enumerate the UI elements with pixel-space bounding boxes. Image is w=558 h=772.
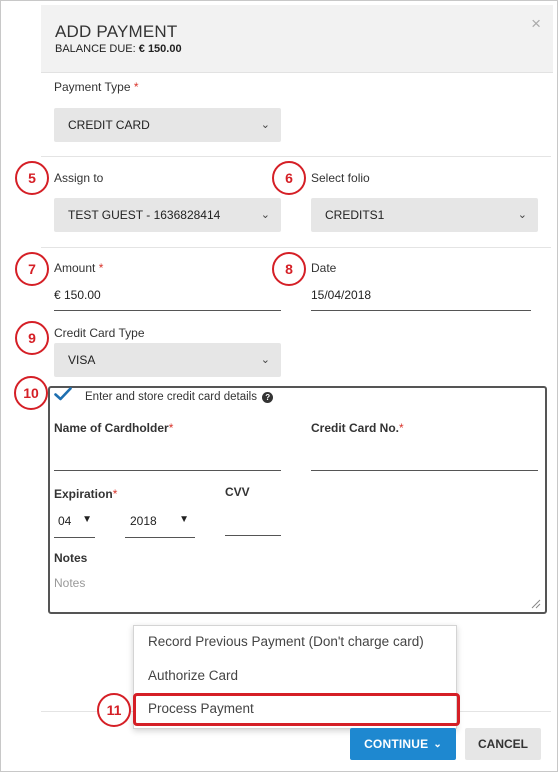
folio-value: CREDITS1 bbox=[325, 208, 385, 222]
cvv-label: CVV bbox=[225, 485, 250, 499]
payment-type-value: CREDIT CARD bbox=[68, 118, 150, 132]
expiration-month-value: 04 bbox=[58, 514, 72, 528]
callout-6: 6 bbox=[272, 161, 306, 195]
exp-month-underline bbox=[54, 537, 95, 538]
card-number-label-text: Credit Card No. bbox=[311, 421, 400, 435]
select-folio-label: Select folio bbox=[311, 171, 370, 185]
expiration-month-select[interactable]: 04 ▼ bbox=[58, 514, 94, 530]
notes-textarea[interactable]: Notes bbox=[54, 576, 85, 590]
amount-label: Amount * bbox=[54, 261, 103, 275]
payment-type-label: Payment Type * bbox=[54, 80, 139, 94]
amount-label-text: Amount bbox=[54, 261, 96, 275]
store-card-label-text: Enter and store credit card details bbox=[85, 391, 257, 403]
required-marker: * bbox=[98, 261, 104, 275]
chevron-down-icon: ⌄ bbox=[517, 209, 527, 221]
required-marker: * bbox=[112, 487, 118, 501]
card-type-value: VISA bbox=[68, 353, 96, 367]
chevron-down-icon: ⌄ bbox=[260, 119, 270, 131]
required-marker: * bbox=[133, 80, 139, 94]
store-card-label: Enter and store credit card details ? bbox=[85, 391, 274, 403]
check-icon[interactable] bbox=[54, 387, 72, 401]
resize-grip-icon[interactable] bbox=[529, 597, 541, 609]
callout-10: 10 bbox=[14, 376, 48, 410]
required-marker: * bbox=[168, 421, 174, 435]
amount-underline bbox=[54, 310, 281, 311]
continue-label: CONTINUE bbox=[364, 737, 429, 751]
menu-item-authorize-card[interactable]: Authorize Card bbox=[148, 668, 238, 683]
expiration-label-text: Expiration bbox=[54, 487, 113, 501]
required-marker: * bbox=[399, 421, 404, 435]
divider bbox=[41, 247, 551, 248]
continue-button[interactable]: CONTINUE ⌄ bbox=[350, 728, 456, 760]
chevron-down-icon: ⌄ bbox=[260, 354, 270, 366]
add-payment-modal: ADD PAYMENT BALANCE DUE: € 150.00 × Paym… bbox=[0, 0, 558, 772]
amount-input[interactable]: € 150.00 bbox=[54, 288, 101, 302]
callout-5: 5 bbox=[15, 161, 49, 195]
expiration-label: Expiration* bbox=[54, 487, 117, 501]
highlight-process-payment bbox=[133, 693, 460, 726]
close-icon[interactable]: × bbox=[531, 15, 541, 32]
date-input[interactable]: 15/04/2018 bbox=[311, 288, 371, 302]
expiration-year-select[interactable]: 2018 ▼ bbox=[130, 514, 191, 530]
assign-to-value: TEST GUEST - 1636828414 bbox=[68, 208, 221, 222]
chevron-down-icon: ⌄ bbox=[260, 209, 270, 221]
folio-select[interactable]: CREDITS1 ⌄ bbox=[311, 198, 538, 232]
exp-year-underline bbox=[125, 537, 195, 538]
expiration-year-value: 2018 bbox=[130, 514, 157, 528]
cvv-underline bbox=[225, 535, 281, 536]
cardholder-underline bbox=[54, 470, 281, 471]
menu-item-record-previous-payment[interactable]: Record Previous Payment (Don't charge ca… bbox=[148, 634, 424, 649]
card-number-underline bbox=[311, 470, 538, 471]
chevron-down-icon: ⌄ bbox=[433, 738, 442, 750]
card-type-select[interactable]: VISA ⌄ bbox=[54, 343, 281, 377]
modal-title: ADD PAYMENT bbox=[55, 22, 178, 41]
card-number-label: Credit Card No.* bbox=[311, 421, 404, 435]
help-circle-icon[interactable]: ? bbox=[262, 392, 274, 403]
notes-label: Notes bbox=[54, 551, 88, 565]
date-label: Date bbox=[311, 261, 337, 275]
card-type-label: Credit Card Type bbox=[54, 326, 145, 340]
caret-down-icon: ▼ bbox=[179, 514, 189, 525]
modal-header: ADD PAYMENT BALANCE DUE: € 150.00 × bbox=[41, 5, 553, 73]
balance-due: BALANCE DUE: € 150.00 bbox=[55, 43, 182, 55]
payment-type-select[interactable]: CREDIT CARD ⌄ bbox=[54, 108, 281, 142]
balance-label: BALANCE DUE: bbox=[55, 43, 136, 55]
cardholder-label: Name of Cardholder* bbox=[54, 421, 173, 435]
payment-type-label-text: Payment Type bbox=[54, 80, 131, 94]
balance-value: € 150.00 bbox=[138, 43, 182, 55]
callout-8: 8 bbox=[272, 252, 306, 286]
date-underline bbox=[311, 310, 531, 311]
caret-down-icon: ▼ bbox=[82, 514, 92, 525]
cancel-button[interactable]: CANCEL bbox=[465, 728, 541, 760]
assign-to-label: Assign to bbox=[54, 171, 104, 185]
callout-9: 9 bbox=[15, 321, 49, 355]
callout-7: 7 bbox=[15, 252, 49, 286]
divider bbox=[41, 156, 551, 157]
callout-11: 11 bbox=[97, 693, 131, 727]
cardholder-label-text: Name of Cardholder bbox=[54, 421, 169, 435]
assign-to-select[interactable]: TEST GUEST - 1636828414 ⌄ bbox=[54, 198, 281, 232]
